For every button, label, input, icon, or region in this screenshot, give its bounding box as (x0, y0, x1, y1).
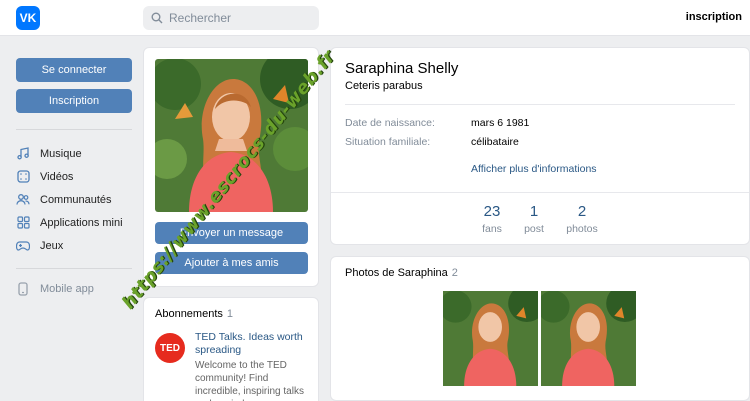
info-divider (345, 104, 735, 105)
top-bar: VK Rechercher inscription (0, 0, 750, 36)
profile-status: Ceteris parabus (345, 80, 423, 92)
subscriptions-title-label: Abonnements (155, 308, 223, 320)
photo-thumbnail[interactable] (541, 291, 636, 386)
stat-photos[interactable]: 2 photos (557, 203, 607, 235)
more-info-link[interactable]: Afficher plus d'informations (471, 163, 597, 175)
subscription-name[interactable]: TED Talks. Ideas worth spreading (195, 331, 313, 357)
stat-label: post (524, 223, 544, 235)
photos-card: Photos de Saraphina 2 (330, 256, 750, 401)
sidebar-item-apps[interactable]: Applications mini (16, 211, 132, 234)
family-label: Situation familiale: (345, 136, 431, 148)
sidebar-item-label: Communautés (40, 193, 112, 206)
profile-stats: 23 fans 1 post 2 photos (331, 192, 749, 244)
apps-icon (16, 216, 30, 230)
phone-icon (16, 281, 30, 296)
sidebar-item-label: Jeux (40, 239, 64, 252)
subscriptions-count: 1 (226, 308, 234, 320)
search-icon (151, 12, 163, 24)
stat-posts[interactable]: 1 post (509, 203, 559, 235)
search-input[interactable]: Rechercher (143, 6, 319, 30)
subscriptions-card: Abonnements 1 TED TED Talks. Ideas worth … (143, 297, 319, 401)
photo-thumbnail[interactable] (443, 291, 538, 386)
profile-name: Saraphina Shelly (345, 60, 459, 77)
search-placeholder: Rechercher (169, 11, 232, 25)
photos-title-label: Photos de Saraphina (345, 267, 448, 279)
vk-logo[interactable]: VK (16, 6, 40, 30)
subscriptions-title[interactable]: Abonnements 1 (155, 308, 233, 320)
login-button[interactable]: Se connecter (16, 58, 132, 82)
video-icon (16, 170, 30, 184)
sidebar-item-communities[interactable]: Communautés (16, 188, 132, 211)
sidebar-item-label: Musique (40, 147, 82, 160)
birthdate-label: Date de naissance: (345, 117, 435, 129)
sidebar-item-music[interactable]: Musique (16, 142, 132, 165)
sidebar: Se connecter Inscription Musique Vidéos … (16, 58, 132, 300)
gamepad-icon (16, 239, 30, 253)
birthdate-value: mars 6 1981 (471, 117, 530, 129)
profile-info-card: Saraphina Shelly Ceteris parabus Date de… (330, 47, 750, 245)
sidebar-item-mobile-app[interactable]: Mobile app (16, 277, 132, 300)
stat-label: photos (566, 223, 598, 235)
sidebar-divider (16, 129, 132, 130)
music-icon (16, 147, 30, 161)
sidebar-divider (16, 268, 132, 269)
signup-button[interactable]: Inscription (16, 89, 132, 113)
sidebar-item-videos[interactable]: Vidéos (16, 165, 132, 188)
photos-count: 2 (451, 267, 458, 279)
ted-logo[interactable]: TED (155, 333, 185, 363)
subscription-description: Welcome to the TED community! Find incre… (195, 360, 304, 401)
photos-title[interactable]: Photos de Saraphina 2 (345, 267, 458, 279)
stat-number: 2 (577, 203, 587, 220)
family-value: célibataire (471, 136, 519, 148)
signup-link[interactable]: inscription (686, 11, 742, 23)
sidebar-item-label: Applications mini (40, 216, 123, 229)
sidebar-item-label: Vidéos (40, 170, 74, 183)
sidebar-item-label: Mobile app (40, 282, 94, 295)
stat-number: 1 (529, 203, 539, 220)
sidebar-item-games[interactable]: Jeux (16, 234, 132, 257)
communities-icon (16, 193, 30, 207)
